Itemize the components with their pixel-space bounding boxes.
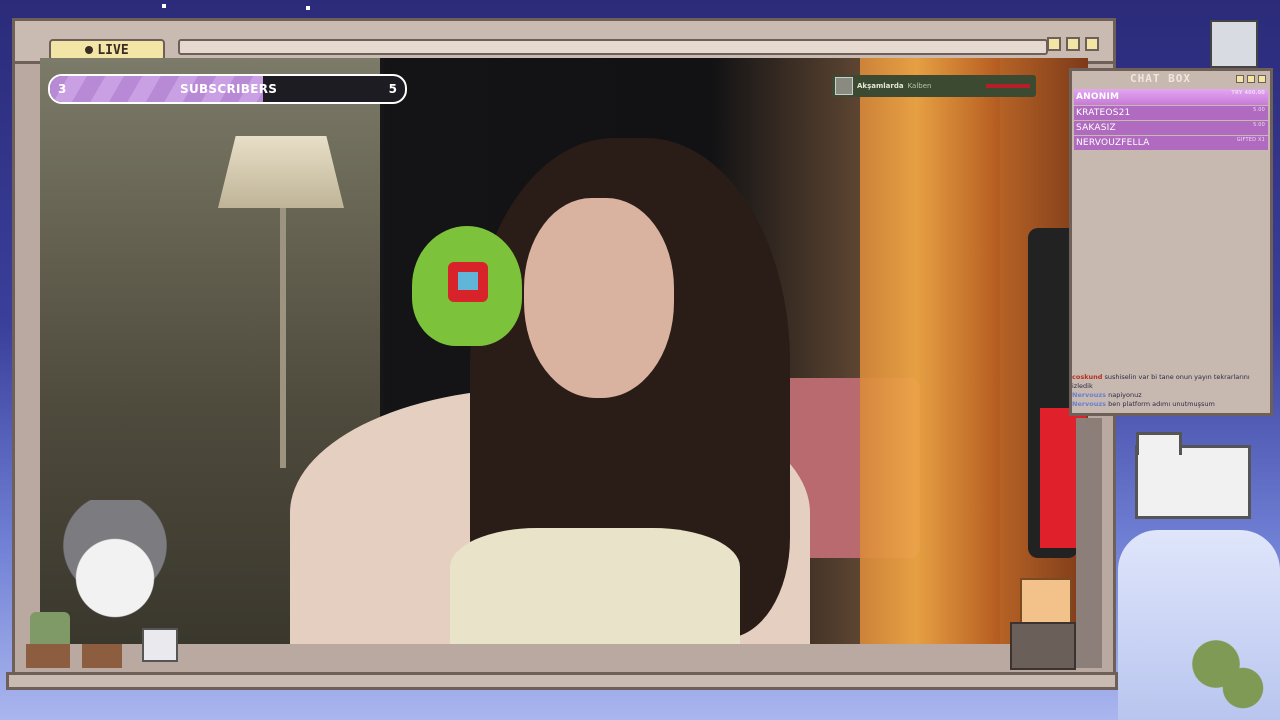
plant-pot: [82, 644, 122, 668]
chat-message: Nervouzs ben platform adımı unutmuşsum: [1072, 400, 1272, 409]
window-controls: [1047, 37, 1099, 51]
star-decoration: [162, 4, 166, 8]
supporter-name: ANONIM: [1076, 92, 1120, 102]
album-art-icon: [835, 77, 853, 95]
maximize-button[interactable]: [1066, 37, 1080, 51]
supporter-amount: TRY 400.00: [1231, 90, 1265, 96]
chat-maximize-button[interactable]: [1247, 75, 1255, 83]
kitten-overlay: [50, 500, 180, 630]
star-decoration: [306, 6, 310, 10]
subscriber-goal: 5: [388, 82, 397, 96]
chat-username: Nervouzs: [1072, 391, 1107, 399]
chat-title: CHAT BOX: [1130, 72, 1191, 85]
supporter-name: NERVOUZFELLA: [1076, 138, 1150, 148]
streamer-top: [450, 528, 740, 644]
webcam-feed: [40, 58, 1088, 644]
chat-close-button[interactable]: [1258, 75, 1266, 83]
lamp-shade: [218, 136, 344, 208]
plant-pot: [26, 644, 70, 668]
supporter-name: SAKASIZ: [1076, 123, 1116, 133]
supporter-amount: GIFTED X1: [1236, 137, 1265, 143]
streamer-face: [524, 198, 674, 398]
minimize-button[interactable]: [1047, 37, 1061, 51]
small-cat-icon: [142, 628, 178, 662]
window-bottom-bar: [6, 672, 1118, 690]
supporter-row: KRATEOS21 5.00: [1074, 106, 1268, 120]
now-playing-widget: Akşamlarda Kalben: [832, 75, 1036, 97]
flying-cat-icon: [1135, 432, 1251, 519]
chat-message: coskund sushiselin var bi tane onun yayı…: [1072, 373, 1272, 391]
supporter-amount: 5.00: [1253, 107, 1265, 113]
live-dot-icon: [85, 46, 94, 54]
live-label: LIVE: [97, 42, 129, 58]
cat-box-icon: [1010, 622, 1076, 670]
hat-goggles: [448, 262, 488, 302]
subscriber-label: SUBSCRIBERS: [180, 82, 278, 96]
chat-username: coskund: [1072, 373, 1103, 381]
supporter-list: ANONIM TRY 400.00 KRATEOS21 5.00 SAKASIZ…: [1074, 89, 1268, 151]
chat-minimize-button[interactable]: [1236, 75, 1244, 83]
chat-titlebar: CHAT BOX: [1072, 71, 1270, 87]
supporter-row: SAKASIZ 5.00: [1074, 121, 1268, 135]
address-bar: [178, 39, 1048, 55]
pixel-cat-icon: [1210, 20, 1258, 68]
curtain: [860, 58, 1000, 644]
side-panel: [1076, 418, 1102, 668]
subscriber-current: 3: [58, 82, 67, 96]
chat-text: napiyonuz: [1108, 391, 1142, 399]
supporter-name: KRATEOS21: [1076, 108, 1131, 118]
song-artist: Kalben: [907, 82, 932, 90]
song-title: Akşamlarda: [857, 82, 904, 90]
chat-username: Nervouzs: [1072, 400, 1107, 408]
plant-leaves: [1180, 640, 1270, 720]
supporter-row: NERVOUZFELLA GIFTED X1: [1074, 136, 1268, 150]
close-button[interactable]: [1085, 37, 1099, 51]
subscriber-goal-bar: 3 SUBSCRIBERS 5: [48, 74, 407, 104]
chat-message: Nervouzs napiyonuz: [1072, 391, 1272, 400]
supporter-amount: 5.00: [1253, 122, 1265, 128]
chat-text: ben platform adımı unutmuşsum: [1108, 400, 1215, 408]
orange-cat-icon: [1020, 578, 1072, 628]
chat-box: CHAT BOX ANONIM TRY 400.00 KRATEOS21 5.0…: [1069, 68, 1273, 416]
song-progress-bar: [986, 84, 1030, 88]
chat-messages: coskund sushiselin var bi tane onun yayı…: [1072, 373, 1272, 409]
lamp-pole: [280, 208, 286, 468]
supporter-row: ANONIM TRY 400.00: [1074, 89, 1268, 105]
